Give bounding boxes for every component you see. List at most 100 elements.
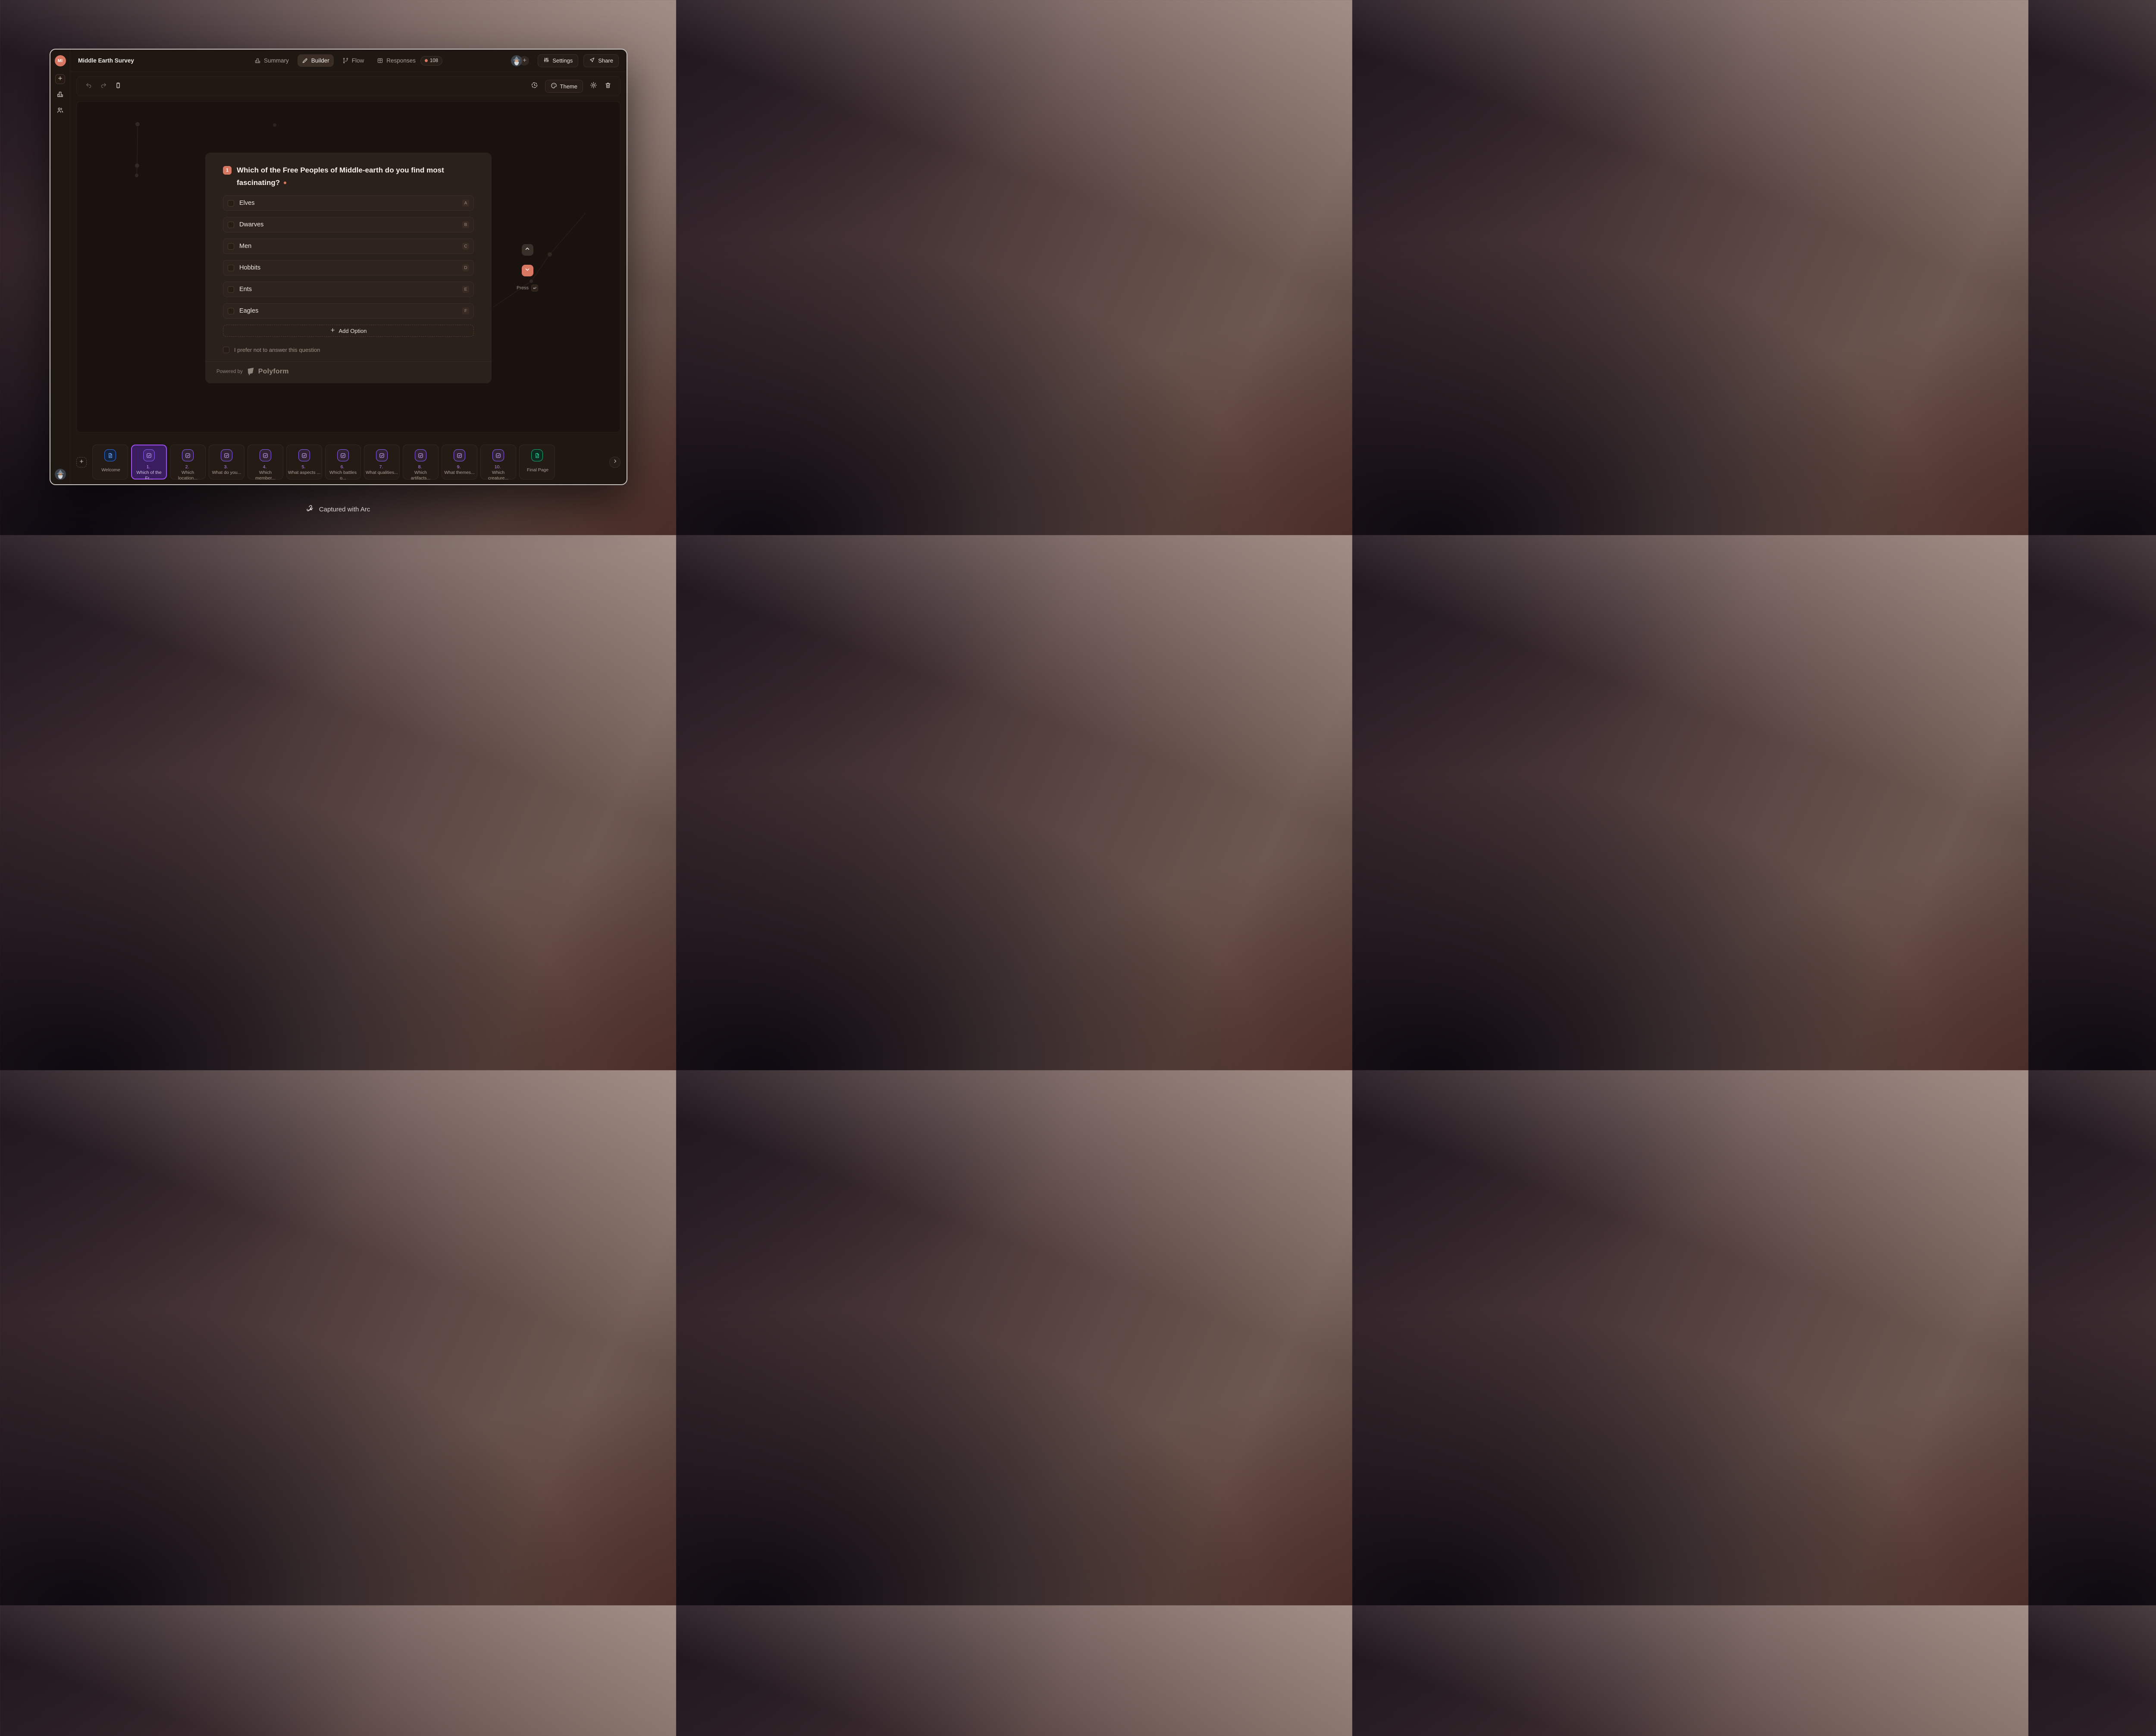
settings-button[interactable]: Settings	[538, 54, 578, 67]
page-thumbnail[interactable]: 5. What aspects ...	[286, 445, 322, 479]
tab-summary[interactable]: Summary	[250, 54, 293, 67]
document-check-icon	[534, 452, 540, 459]
page-number: 3.	[224, 464, 228, 470]
app-header: Middle Earth Survey Summary Builder	[70, 50, 627, 72]
trash-icon	[605, 82, 611, 91]
page-title: Final Page	[527, 467, 548, 473]
page-number: 5.	[302, 464, 306, 470]
option-checkbox[interactable]	[228, 286, 234, 293]
question-text[interactable]: Which of the Free Peoples of Middle-eart…	[237, 164, 474, 189]
opt-out-checkbox[interactable]	[223, 347, 229, 353]
delete-page-button[interactable]	[603, 81, 613, 91]
analytics-nav-button[interactable]	[56, 91, 64, 100]
page-settings-button[interactable]	[588, 81, 599, 91]
option-key-badge: D	[462, 264, 469, 271]
option-row[interactable]: Ents E	[223, 282, 474, 297]
page-thumbnail[interactable]: 3. What do you...	[209, 445, 244, 479]
required-dot	[284, 182, 286, 184]
option-row[interactable]: Dwarves B	[223, 217, 474, 232]
page-icon	[104, 449, 116, 461]
option-checkbox[interactable]	[228, 222, 234, 228]
palette-icon	[551, 82, 557, 90]
option-row[interactable]: Eagles F	[223, 303, 474, 319]
option-checkbox[interactable]	[228, 200, 234, 207]
page-number: 4.	[263, 464, 267, 470]
arc-logo-icon	[306, 504, 315, 515]
document-icon	[107, 452, 113, 459]
tab-builder[interactable]: Builder	[298, 54, 334, 67]
mobile-preview-button[interactable]	[113, 81, 123, 91]
page-thumbnail[interactable]: 9. What themes...	[442, 445, 477, 479]
checkbox-check-icon	[262, 452, 269, 459]
scroll-pages-right-button[interactable]	[609, 457, 620, 468]
plus-icon	[57, 75, 63, 83]
option-row[interactable]: Hobbits D	[223, 260, 474, 276]
share-button[interactable]: Share	[583, 54, 619, 67]
checkbox-check-icon	[379, 452, 385, 459]
polyform-logo-icon	[247, 367, 254, 376]
flow-branch-icon	[342, 57, 349, 64]
question-card[interactable]: 1 Which of the Free Peoples of Middle-ea…	[205, 153, 492, 383]
main-area: Middle Earth Survey Summary Builder	[70, 50, 627, 484]
previous-question-button[interactable]	[522, 244, 533, 256]
polyform-wordmark: Polyform	[258, 368, 289, 376]
checkbox-check-icon	[301, 452, 307, 459]
enter-key-icon	[531, 285, 538, 291]
option-checkbox[interactable]	[228, 243, 234, 250]
users-icon	[56, 107, 64, 116]
workspace-logo[interactable]: MI	[55, 55, 66, 66]
option-key-badge: F	[462, 307, 469, 314]
page-icon	[531, 449, 543, 461]
add-option-button[interactable]: Add Option	[223, 325, 474, 337]
page-thumbnail[interactable]: 8. Which artifacts...	[403, 445, 439, 479]
option-row[interactable]: Elves A	[223, 195, 474, 211]
version-history-button[interactable]	[530, 81, 540, 91]
undo-button[interactable]	[84, 81, 94, 91]
add-page-button[interactable]	[76, 457, 87, 467]
view-tabs: Summary Builder Flow	[250, 50, 447, 72]
option-row[interactable]: Men C	[223, 238, 474, 254]
page-strip: Welcome 1. Which of the Fr... 2. Which l…	[76, 445, 620, 479]
page-thumbnail[interactable]: Final Page	[519, 445, 555, 479]
redo-button[interactable]	[98, 81, 109, 91]
option-label: Hobbits	[239, 264, 260, 271]
next-question-button[interactable]	[522, 265, 533, 276]
rail-add-button[interactable]	[55, 74, 65, 84]
collaborator-avatar[interactable]	[511, 55, 522, 66]
tab-responses[interactable]: Responses 108	[373, 53, 447, 69]
press-enter-hint: Press	[517, 285, 538, 291]
checkbox-check-icon	[146, 452, 152, 459]
page-thumbnail[interactable]: Welcome	[92, 445, 128, 479]
question-number-badge: 1	[223, 166, 232, 175]
responses-count-badge: 108	[420, 56, 442, 66]
page-thumbnail[interactable]: 4. Which member...	[248, 445, 283, 479]
checkbox-check-icon	[340, 452, 346, 459]
checkbox-check-icon	[417, 452, 424, 459]
page-icon	[221, 449, 232, 461]
pages-list: Welcome 1. Which of the Fr... 2. Which l…	[92, 445, 555, 479]
page-number: 1.	[147, 464, 150, 470]
members-nav-button[interactable]	[56, 107, 64, 116]
user-avatar[interactable]	[55, 469, 66, 480]
option-checkbox[interactable]	[228, 265, 234, 271]
bar-chart-icon	[56, 91, 64, 100]
option-label: Eagles	[239, 307, 258, 314]
chevron-right-icon	[612, 458, 618, 466]
tab-flow[interactable]: Flow	[338, 54, 369, 67]
plus-icon	[79, 458, 84, 466]
page-thumbnail[interactable]: 10. Which creature...	[480, 445, 516, 479]
sliders-icon	[543, 57, 549, 64]
builder-canvas: 1 Which of the Free Peoples of Middle-ea…	[76, 101, 620, 432]
page-thumbnail[interactable]: 1. Which of the Fr...	[131, 445, 167, 479]
page-icon	[143, 449, 155, 461]
option-label: Elves	[239, 200, 254, 207]
page-title: Welcome	[101, 467, 120, 473]
plus-icon	[330, 327, 335, 334]
page-title: Which of the Fr...	[133, 470, 166, 481]
option-checkbox[interactable]	[228, 308, 234, 314]
theme-button[interactable]: Theme	[545, 80, 583, 93]
page-thumbnail[interactable]: 2. Which location...	[170, 445, 206, 479]
page-thumbnail[interactable]: 7. What qualities...	[364, 445, 400, 479]
redo-icon	[100, 82, 107, 91]
page-thumbnail[interactable]: 6. Which battles o...	[325, 445, 361, 479]
